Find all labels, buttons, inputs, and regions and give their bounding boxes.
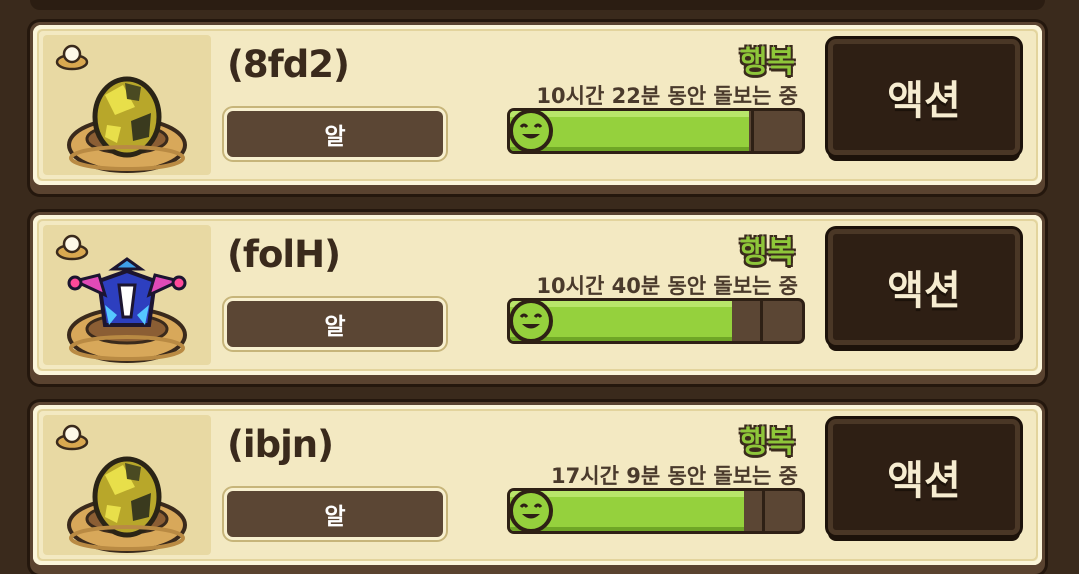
pet-thumbnail[interactable]	[43, 35, 211, 175]
pet-card: (ibjn) 알 행복 17시간 9분 동안 돌보는 중 액션	[30, 402, 1045, 574]
pet-name: (folH)	[227, 233, 341, 276]
action-button[interactable]: 액션	[828, 419, 1020, 535]
pet-type-badge: 알	[227, 111, 443, 157]
care-time-text: 10시간 22분 동안 돌보는 중	[536, 84, 798, 108]
yellow-egg-creature-icon	[67, 456, 187, 553]
smiley-face-icon	[509, 489, 553, 533]
yellow-egg-creature-icon	[67, 76, 187, 173]
pet-card: (8fd2) 알 행복 10시간 22분 동안 돌보는 중 액션	[30, 22, 1045, 194]
pet-type-badge: 알	[227, 491, 443, 537]
smiley-face-icon	[509, 109, 553, 153]
jester-creature-icon	[67, 257, 187, 363]
pet-mood-label: 행복	[739, 235, 795, 270]
pet-name: (8fd2)	[227, 43, 350, 86]
pet-card-body: (8fd2) 알 행복 10시간 22분 동안 돌보는 중 액션	[33, 25, 1042, 185]
pet-card-body: (folH) 알 행복 10시간 40분 동안 돌보는 중 액션	[33, 215, 1042, 375]
action-button[interactable]: 액션	[828, 229, 1020, 345]
care-time-text: 17시간 9분 동안 돌보는 중	[551, 464, 798, 488]
action-button[interactable]: 액션	[828, 39, 1020, 155]
pet-card-body: (ibjn) 알 행복 17시간 9분 동안 돌보는 중 액션	[33, 405, 1042, 565]
pet-mood-label: 행복	[739, 425, 795, 460]
pet-thumbnail[interactable]	[43, 415, 211, 555]
pet-thumbnail[interactable]	[43, 225, 211, 365]
smiley-face-icon	[509, 299, 553, 343]
previous-card-edge	[30, 0, 1045, 10]
pet-type-badge: 알	[227, 301, 443, 347]
pet-card: (folH) 알 행복 10시간 40분 동안 돌보는 중 액션	[30, 212, 1045, 384]
pet-mood-label: 행복	[739, 45, 795, 80]
pet-name: (ibjn)	[227, 423, 334, 466]
care-time-text: 10시간 40분 동안 돌보는 중	[536, 274, 798, 298]
